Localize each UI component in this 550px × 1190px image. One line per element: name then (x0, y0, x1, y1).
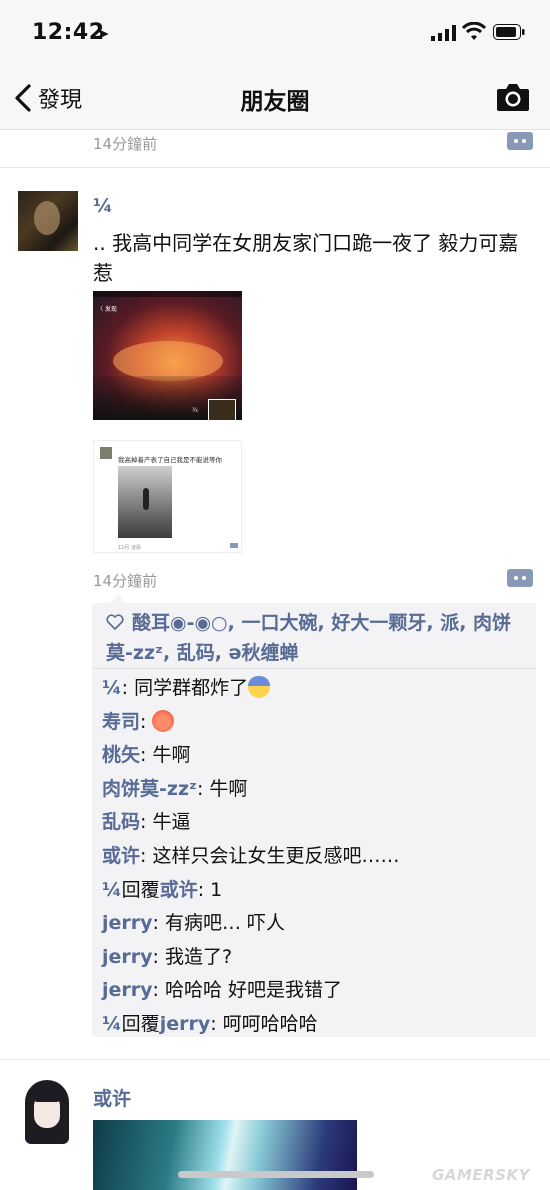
angry-face-icon (152, 709, 175, 732)
post-divider (0, 1059, 550, 1060)
comment-text: 1 (210, 878, 223, 901)
commenter-name[interactable]: ¼ (102, 677, 122, 699)
likes-list: 酸耳◉-◉○, 一口大碗, 好大一颗牙, 派, 肉饼莫-zzᶻ, 乱码, ə秋缠… (92, 603, 536, 669)
reply-target[interactable]: 或许 (160, 879, 198, 901)
commenter-name[interactable]: 寿司 (102, 711, 140, 733)
comment-item[interactable]: 桃矢: 牛啊 (102, 739, 532, 773)
post-text: .. 我高中同学在女朋友家门口跪一夜了 毅力可嘉惹 (93, 231, 519, 285)
commenter-name[interactable]: 肉饼莫-zzᶻ (102, 778, 197, 800)
camera-icon[interactable] (496, 82, 530, 112)
fearful-face-icon (248, 676, 271, 698)
post-image-screenshot[interactable]: 我高掉着产表了自己我是不能说等你 12月 凌晨 (93, 440, 242, 553)
comment-item[interactable]: 乱码: 牛逼 (102, 806, 532, 840)
comment-item[interactable]: 或许: 这样只会让女生更反感吧…… (102, 840, 532, 874)
cellular-signal-icon (431, 25, 456, 41)
post-time: 14分鐘前 (93, 572, 158, 590)
commenter-name[interactable]: 桃矢 (102, 744, 140, 766)
liker-name[interactable]: ə秋缠蝉 (229, 642, 299, 664)
nav-bar: 發現 朋友圈 (0, 64, 550, 130)
previous-post-footer: 14分鐘前 (0, 130, 550, 168)
heart-icon (106, 614, 124, 630)
battery-icon (493, 24, 525, 40)
commenter-name[interactable]: 或许 (102, 845, 140, 867)
comment-text: 牛逼 (152, 811, 191, 834)
avatar[interactable] (18, 191, 78, 251)
comment-text: 这样只会让女生更反感吧…… (152, 844, 400, 867)
commenter-name[interactable]: jerry (102, 979, 153, 1001)
comment-text: 呵呵哈哈哈 (222, 1012, 318, 1035)
commenter-name[interactable]: ¼ (102, 1013, 122, 1035)
comment-list: ¼: 同学群都炸了 寿司: 桃矢: 牛啊 肉饼莫-zzᶻ: 牛啊 乱码: 牛逼 … (102, 672, 532, 1042)
liker-name[interactable]: 派 (440, 612, 459, 634)
commenter-name[interactable]: 乱码 (102, 811, 140, 833)
reply-word: 回覆 (121, 1012, 160, 1035)
comment-item[interactable]: 肉饼莫-zzᶻ: 牛啊 (102, 773, 532, 807)
comment-text: 有病吧… 吓人 (164, 912, 286, 935)
comment-item[interactable]: jerry: 有病吧… 吓人 (102, 907, 532, 941)
liker-name[interactable]: 好大一颗牙 (331, 612, 426, 634)
page-title: 朋友圈 (240, 89, 310, 115)
comment-text: 我造了? (164, 945, 233, 968)
comment-item[interactable]: ¼回覆jerry: 呵呵哈哈哈 (102, 1008, 532, 1042)
status-time: 12:42 (32, 20, 105, 45)
comment-item[interactable]: ¼回覆或许: 1 (102, 874, 532, 908)
comments-box: 酸耳◉-◉○, 一口大碗, 好大一颗牙, 派, 肉饼莫-zzᶻ, 乱码, ə秋缠… (92, 595, 536, 1037)
comment-text: 哈哈哈 好吧是我错了 (164, 979, 343, 1002)
home-indicator[interactable] (178, 1171, 374, 1178)
post-author[interactable]: 或许 (93, 1084, 131, 1111)
watermark: GAMERSKY (432, 1166, 530, 1184)
comment-more-icon[interactable] (507, 132, 533, 150)
post-author[interactable]: ¼ (93, 195, 113, 217)
location-arrow-icon: ➤ (96, 24, 110, 43)
liker-name[interactable]: 乱码 (177, 642, 215, 664)
post-image-sunset[interactable]: 〈 发现 ¼ (93, 291, 242, 420)
comment-text: 牛啊 (209, 777, 248, 800)
comment-text: 牛啊 (152, 744, 191, 767)
wifi-icon (462, 22, 486, 40)
reply-target[interactable]: jerry (160, 1013, 211, 1035)
comment-more-icon[interactable] (507, 569, 533, 587)
post-image[interactable] (93, 1120, 357, 1190)
liker-name[interactable]: 一口大碗 (241, 612, 317, 634)
commenter-name[interactable]: jerry (102, 912, 153, 934)
avatar[interactable] (21, 1080, 73, 1144)
reply-word: 回覆 (121, 878, 160, 901)
comment-item[interactable]: 寿司: (102, 706, 532, 740)
commenter-name[interactable]: jerry (102, 946, 153, 968)
commenter-name[interactable]: ¼ (102, 879, 122, 901)
liker-name[interactable]: 酸耳◉-◉○ (132, 612, 228, 634)
status-bar: 12:42 ➤ (0, 0, 550, 64)
comment-item[interactable]: jerry: 我造了? (102, 941, 532, 975)
post-time: 14分鐘前 (93, 135, 158, 153)
comment-item[interactable]: ¼: 同学群都炸了 (102, 672, 532, 706)
comment-text: 同学群都炸了 (134, 677, 249, 699)
comment-item[interactable]: jerry: 哈哈哈 好吧是我错了 (102, 974, 532, 1008)
